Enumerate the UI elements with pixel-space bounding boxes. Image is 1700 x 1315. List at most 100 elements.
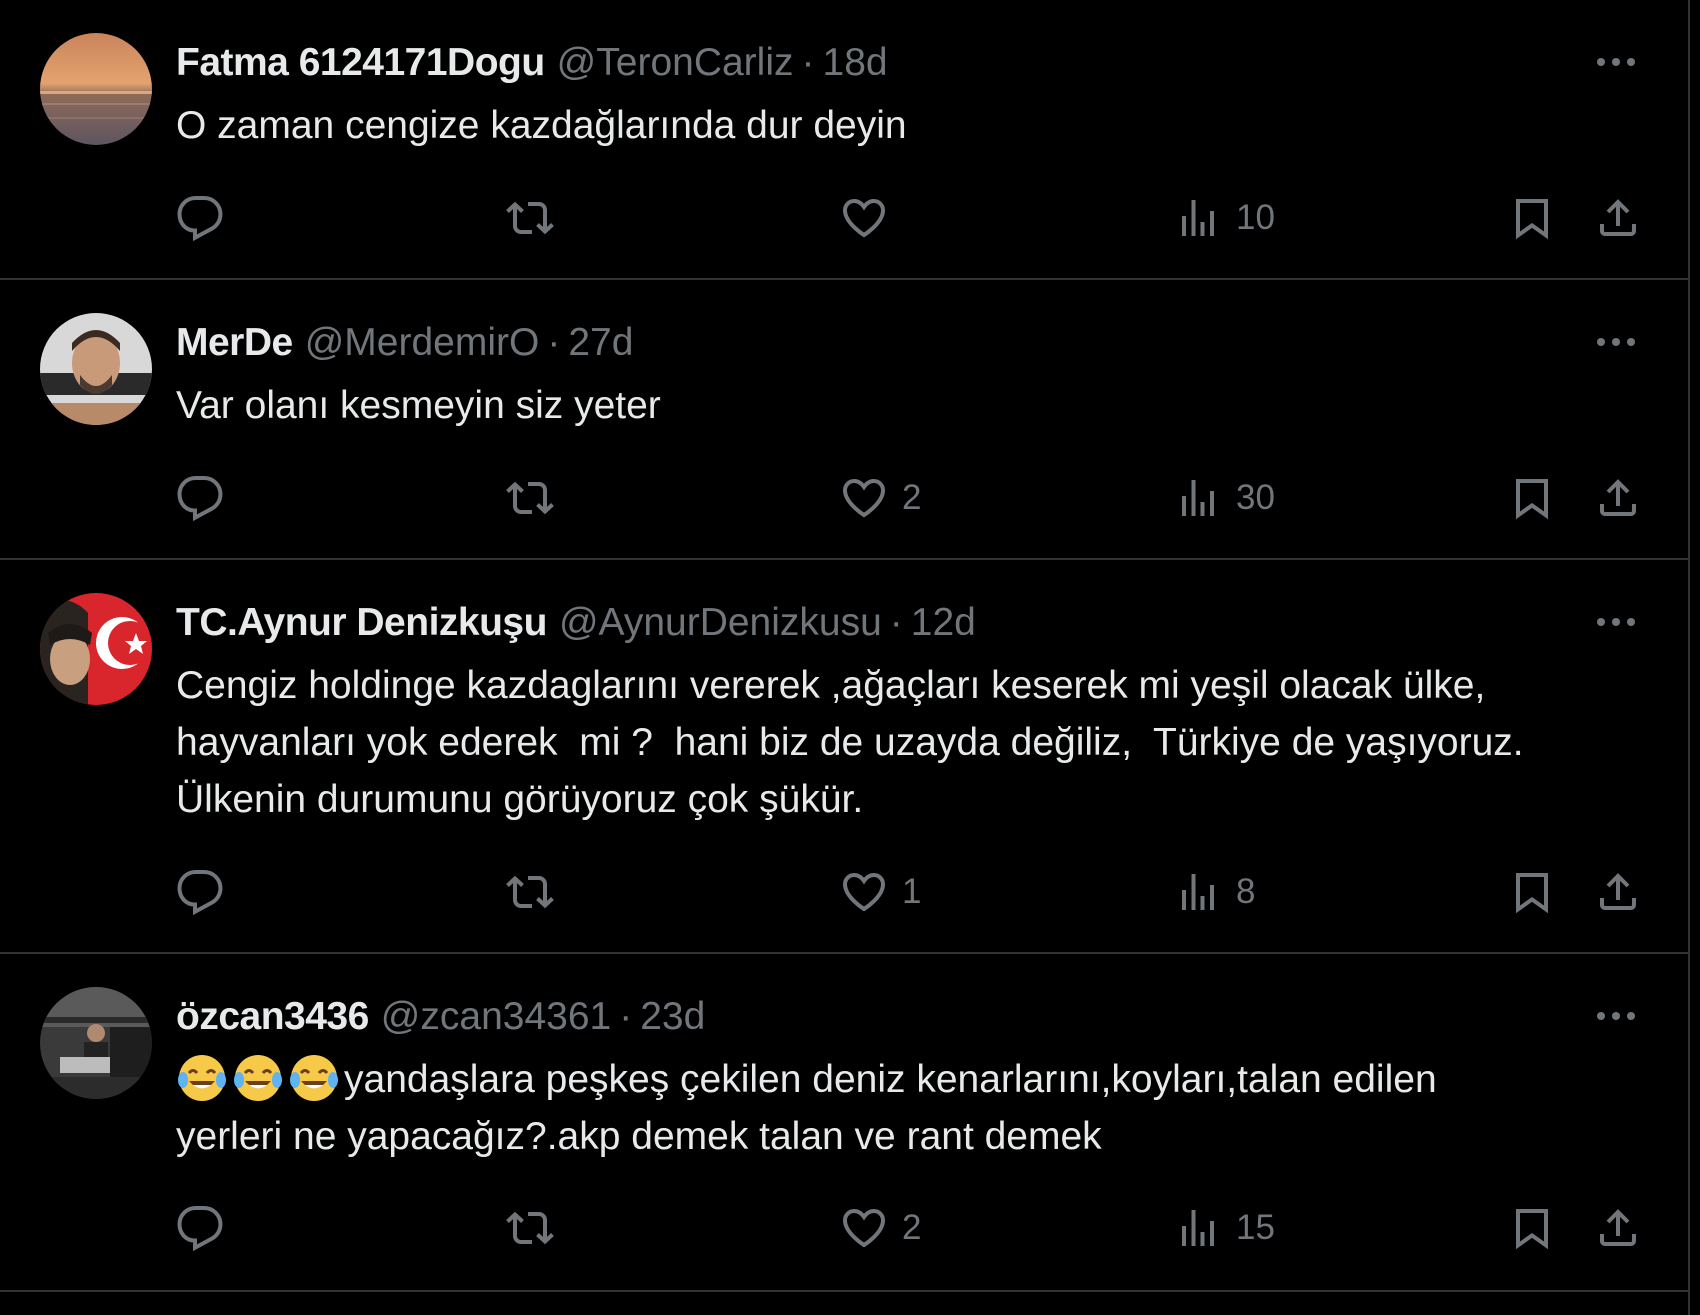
bookmark-button[interactable] — [1508, 862, 1556, 922]
reply-button[interactable] — [176, 862, 238, 922]
share-button[interactable] — [1594, 862, 1642, 922]
views-icon — [1174, 194, 1222, 242]
view-count: 15 — [1236, 1208, 1275, 1247]
separator: · — [619, 995, 633, 1038]
share-icon — [1594, 1204, 1642, 1252]
reply-button[interactable] — [176, 188, 238, 248]
heart-icon — [840, 868, 888, 916]
tweet[interactable]: TC.Aynur Denizkuşu @AynurDenizkusu · 12d… — [0, 560, 1688, 954]
tweet-header: TC.Aynur Denizkuşu @AynurDenizkusu · 12d — [176, 598, 976, 648]
author-name[interactable]: MerDe — [176, 318, 293, 368]
bookmark-button[interactable] — [1508, 1198, 1556, 1258]
like-count: 2 — [902, 478, 922, 517]
tweet-text: O zaman cengize kazdağlarında dur deyin — [176, 104, 907, 147]
more-button[interactable] — [1592, 600, 1640, 644]
timeline: Fatma 6124171Dogu @TeronCarliz · 18d O z… — [0, 0, 1690, 1315]
reply-button[interactable] — [176, 468, 238, 528]
timestamp[interactable]: 18d — [823, 38, 888, 88]
more-button[interactable] — [1592, 320, 1640, 364]
timestamp[interactable]: 23d — [640, 992, 705, 1042]
reply-icon — [176, 194, 224, 242]
views-icon — [1174, 1204, 1222, 1252]
face-with-tears-of-joy-icon — [176, 1052, 228, 1104]
author-name[interactable]: özcan3436 — [176, 992, 369, 1042]
retweet-button[interactable] — [506, 1198, 568, 1258]
author-name[interactable]: TC.Aynur Denizkuşu — [176, 598, 547, 648]
author-handle[interactable]: @zcan34361 — [381, 992, 611, 1042]
avatar[interactable] — [40, 987, 152, 1099]
more-button[interactable] — [1592, 994, 1640, 1038]
like-count: 1 — [902, 872, 922, 911]
timestamp[interactable]: 12d — [911, 598, 976, 648]
view-count: 10 — [1236, 198, 1275, 237]
tweet[interactable]: Fatma 6124171Dogu @TeronCarliz · 18d O z… — [0, 0, 1688, 280]
like-button[interactable] — [840, 188, 902, 248]
author-handle[interactable]: @MerdemirO — [305, 318, 540, 368]
reply-icon — [176, 1204, 224, 1252]
share-icon — [1594, 474, 1642, 522]
bookmark-icon — [1508, 868, 1556, 916]
retweet-button[interactable] — [506, 468, 568, 528]
reply-icon — [176, 868, 224, 916]
face-with-tears-of-joy-icon — [232, 1052, 284, 1104]
retweet-icon — [506, 194, 554, 242]
like-button[interactable]: 1 — [840, 862, 921, 922]
action-bar: 2 15 — [176, 1198, 1656, 1258]
separator: · — [889, 601, 903, 644]
reply-button[interactable] — [176, 1198, 238, 1258]
timestamp[interactable]: 27d — [568, 318, 633, 368]
tweet[interactable]: özcan3436 @zcan34361 · 23d yandaşlara pe… — [0, 954, 1688, 1292]
avatar[interactable] — [40, 593, 152, 705]
author-handle[interactable]: @TeronCarliz — [557, 38, 794, 88]
avatar[interactable] — [40, 33, 152, 145]
heart-icon — [840, 194, 888, 242]
tweet-header: özcan3436 @zcan34361 · 23d — [176, 992, 705, 1042]
share-button[interactable] — [1594, 188, 1642, 248]
like-button[interactable]: 2 — [840, 1198, 921, 1258]
share-button[interactable] — [1594, 1198, 1642, 1258]
views-button[interactable]: 30 — [1174, 468, 1275, 528]
bookmark-icon — [1508, 1204, 1556, 1252]
retweet-icon — [506, 474, 554, 522]
share-button[interactable] — [1594, 468, 1642, 528]
views-icon — [1174, 868, 1222, 916]
retweet-button[interactable] — [506, 188, 568, 248]
views-button[interactable]: 15 — [1174, 1198, 1275, 1258]
face-with-tears-of-joy-icon — [288, 1052, 340, 1104]
more-dots-icon — [1596, 57, 1636, 67]
more-button[interactable] — [1592, 40, 1640, 84]
more-dots-icon — [1596, 1011, 1636, 1021]
separator: · — [547, 321, 561, 364]
views-button[interactable]: 8 — [1174, 862, 1255, 922]
avatar[interactable] — [40, 313, 152, 425]
retweet-icon — [506, 1204, 554, 1252]
share-icon — [1594, 868, 1642, 916]
action-bar: 1 8 — [176, 862, 1656, 922]
tweet-text: yandaşlara peşkeş çekilen deniz kenarlar… — [176, 1051, 1656, 1165]
like-button[interactable]: 2 — [840, 468, 921, 528]
tweet[interactable]: MerDe @MerdemirO · 27d Var olanı kesmeyi… — [0, 280, 1688, 560]
tweet-header: Fatma 6124171Dogu @TeronCarliz · 18d — [176, 38, 888, 88]
share-icon — [1594, 194, 1642, 242]
bookmark-button[interactable] — [1508, 188, 1556, 248]
bookmark-icon — [1508, 194, 1556, 242]
author-handle[interactable]: @AynurDenizkusu — [559, 598, 882, 648]
tweet-text-body: yandaşlara peşkeş çekilen deniz kenarlar… — [176, 1058, 1437, 1158]
action-bar: 2 30 — [176, 468, 1656, 528]
author-name[interactable]: Fatma 6124171Dogu — [176, 38, 545, 88]
views-button[interactable]: 10 — [1174, 188, 1275, 248]
retweet-button[interactable] — [506, 862, 568, 922]
action-bar: 10 — [176, 188, 1656, 248]
views-icon — [1174, 474, 1222, 522]
bookmark-button[interactable] — [1508, 468, 1556, 528]
separator: · — [801, 41, 815, 84]
heart-icon — [840, 1204, 888, 1252]
retweet-icon — [506, 868, 554, 916]
tweet-text: Var olanı kesmeyin siz yeter — [176, 384, 661, 427]
reply-icon — [176, 474, 224, 522]
more-dots-icon — [1596, 617, 1636, 627]
heart-icon — [840, 474, 888, 522]
view-count: 8 — [1236, 872, 1256, 911]
more-dots-icon — [1596, 337, 1636, 347]
bookmark-icon — [1508, 474, 1556, 522]
